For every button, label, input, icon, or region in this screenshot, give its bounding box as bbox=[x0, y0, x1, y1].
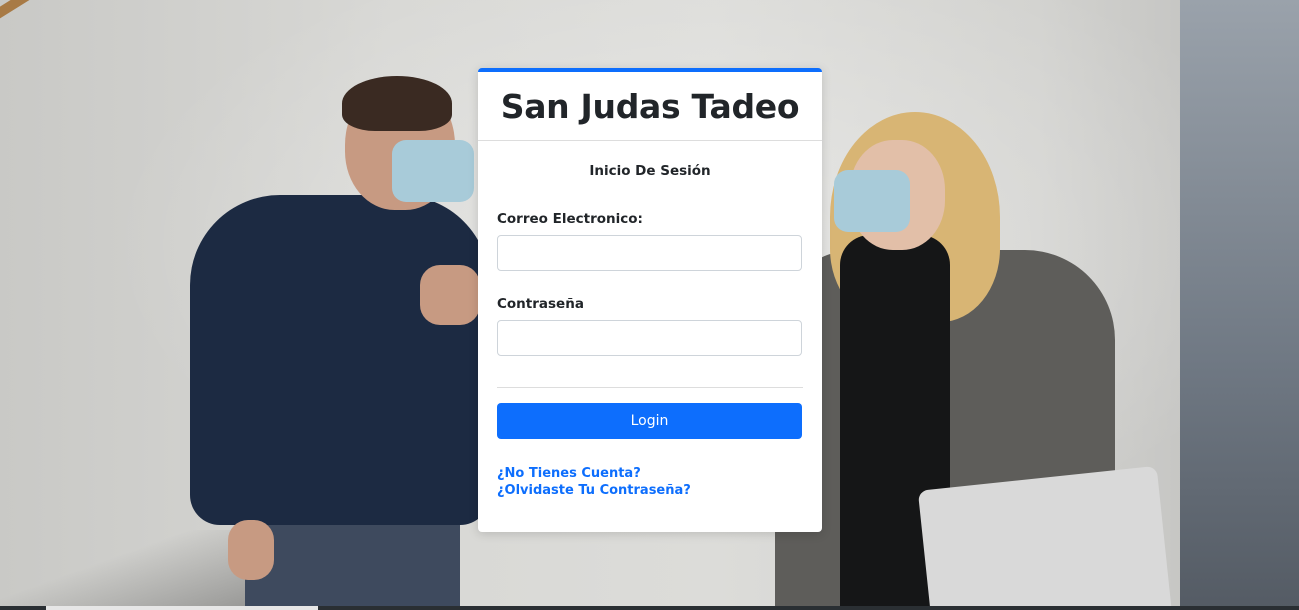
login-form: Inicio De Sesión Correo Electronico: Con… bbox=[478, 163, 822, 499]
background-banner bbox=[1180, 0, 1299, 610]
man-figure bbox=[190, 195, 490, 525]
register-link[interactable]: ¿No Tienes Cuenta? bbox=[497, 465, 803, 482]
laptop bbox=[917, 465, 1173, 610]
password-label: Contraseña bbox=[497, 296, 584, 312]
form-divider bbox=[497, 387, 803, 388]
login-page: San Judas Tadeo Inicio De Sesión Correo … bbox=[0, 0, 1299, 610]
site-title: San Judas Tadeo bbox=[500, 86, 800, 126]
form-subtitle: Inicio De Sesión bbox=[589, 163, 711, 179]
login-button[interactable]: Login bbox=[497, 403, 802, 439]
form-links: ¿No Tienes Cuenta? ¿Olvidaste Tu Contras… bbox=[497, 465, 803, 499]
forgot-password-link[interactable]: ¿Olvidaste Tu Contraseña? bbox=[497, 482, 803, 499]
email-label: Correo Electronico: bbox=[497, 211, 643, 227]
email-field[interactable] bbox=[497, 235, 802, 271]
card-header: San Judas Tadeo bbox=[478, 72, 822, 141]
login-card: San Judas Tadeo Inicio De Sesión Correo … bbox=[478, 68, 822, 532]
password-field[interactable] bbox=[497, 320, 802, 356]
